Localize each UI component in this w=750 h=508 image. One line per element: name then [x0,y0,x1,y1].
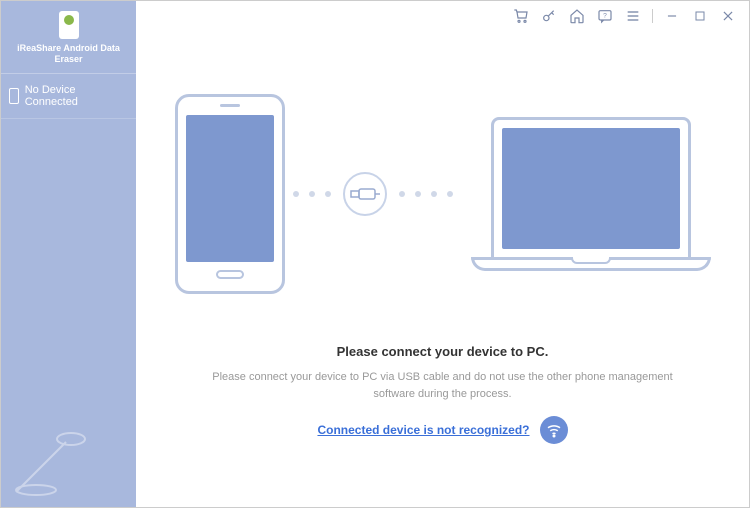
connection-illustration [175,94,711,294]
usb-connector-icon [343,172,387,216]
not-recognized-link[interactable]: Connected device is not recognized? [317,423,529,437]
help-row: Connected device is not recognized? [317,416,567,444]
device-status-label: No Device Connected [25,84,128,108]
separator [652,9,653,23]
feedback-icon[interactable]: ? [596,7,614,25]
laptop-illustration [471,117,711,271]
phone-home-icon [216,270,244,279]
laptop-frame-icon [491,117,691,257]
laptop-screen-icon [502,128,680,249]
key-icon[interactable] [540,7,558,25]
titlebar: ? [136,1,749,31]
minimize-icon[interactable] [663,7,681,25]
maximize-icon[interactable] [691,7,709,25]
connection-dots-left [293,191,331,197]
phone-screen-icon [186,115,274,262]
cart-icon[interactable] [512,7,530,25]
phone-icon [9,88,19,104]
svg-text:?: ? [603,12,607,19]
prompt-title: Please connect your device to PC. [337,344,549,359]
content: Please connect your device to PC. Please… [136,31,749,507]
connection-dots-right [399,191,453,197]
home-icon[interactable] [568,7,586,25]
prompt-description: Please connect your device to PC via USB… [203,369,683,402]
phone-device-illustration [175,94,285,294]
phone-speaker-icon [220,104,240,107]
menu-icon[interactable] [624,7,642,25]
device-status: No Device Connected [1,74,136,119]
app-logo-area: iReaShare Android Data Eraser [1,1,136,74]
app-name: iReaShare Android Data Eraser [9,43,128,65]
wifi-connect-button[interactable] [540,416,568,444]
sidebar-decoration [1,417,136,507]
main-area: ? [136,1,749,507]
close-icon[interactable] [719,7,737,25]
sidebar: iReaShare Android Data Eraser No Device … [1,1,136,507]
app-logo-icon [59,11,79,39]
laptop-base-icon [471,257,711,271]
